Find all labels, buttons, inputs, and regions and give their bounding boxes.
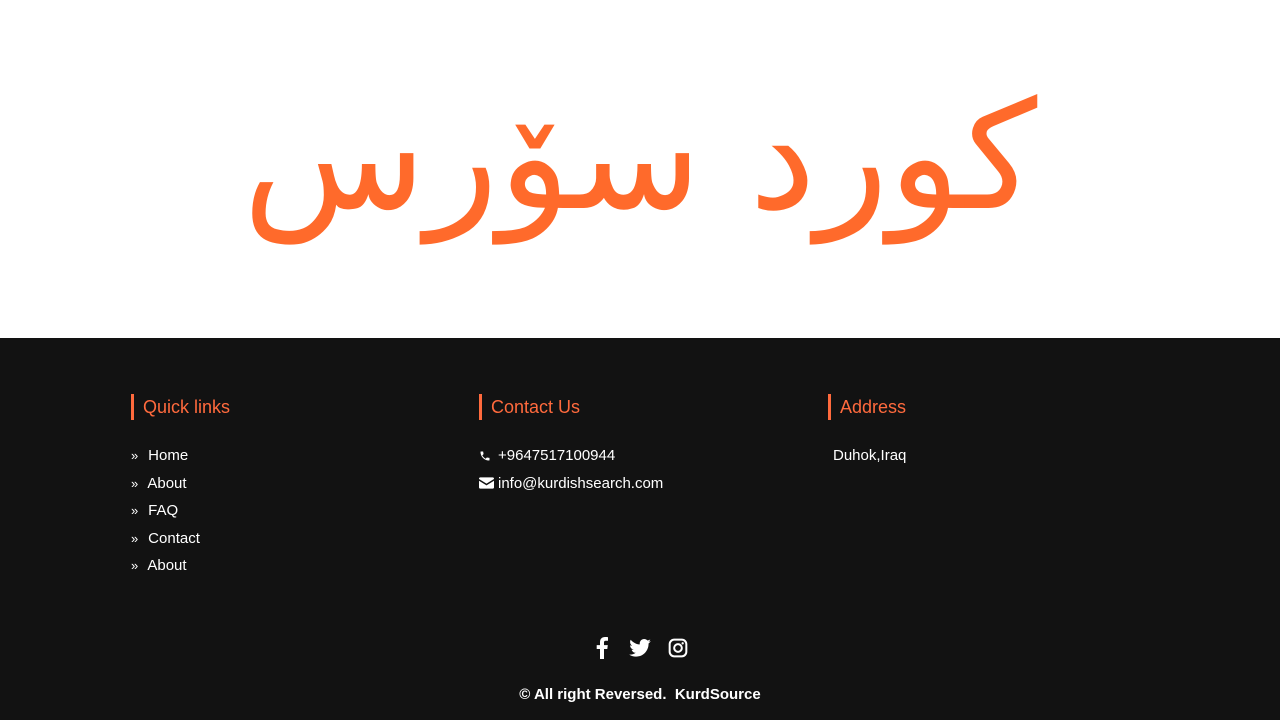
quick-links-column: Quick links » Home » About » FAQ » Conta… — [131, 394, 230, 580]
quick-link-label[interactable]: FAQ — [148, 502, 178, 519]
instagram-icon[interactable] — [667, 636, 689, 660]
contact-email[interactable]: info@kurdishsearch.com — [479, 470, 663, 498]
address-text: Duhok,Iraq — [833, 447, 907, 464]
quick-link-home[interactable]: » Home — [131, 442, 230, 470]
envelope-icon — [479, 476, 496, 490]
quick-links-list: » Home » About » FAQ » Contact » About — [131, 442, 230, 580]
address-title: Address — [828, 394, 906, 420]
address-column: Address Duhok,Iraq — [828, 394, 906, 470]
double-chevron-right-icon: » — [131, 503, 138, 518]
phone-number[interactable]: +9647517100944 — [498, 442, 615, 470]
quick-link-faq[interactable]: » FAQ — [131, 497, 230, 525]
copyright-text: © All right Reversed. KurdSource — [519, 686, 761, 703]
quick-link-label[interactable]: About — [147, 475, 186, 492]
facebook-icon[interactable] — [591, 636, 613, 660]
quick-link-contact[interactable]: » Contact — [131, 525, 230, 553]
site-footer: Quick links » Home » About » FAQ » Conta… — [0, 338, 1280, 720]
social-links — [0, 636, 1280, 660]
hero-section: كورد سۆرس — [0, 0, 1280, 338]
quick-link-label[interactable]: Contact — [148, 530, 200, 547]
double-chevron-right-icon: » — [131, 448, 138, 463]
phone-icon — [479, 449, 496, 463]
quick-links-title: Quick links — [131, 394, 230, 420]
contact-phone[interactable]: +9647517100944 — [479, 442, 663, 470]
quick-link-about-2[interactable]: » About — [131, 552, 230, 580]
double-chevron-right-icon: » — [131, 530, 138, 546]
email-address[interactable]: info@kurdishsearch.com — [498, 470, 663, 498]
twitter-icon[interactable] — [629, 636, 651, 660]
quick-link-label[interactable]: About — [147, 557, 186, 574]
site-logo[interactable]: كورد سۆرس — [0, 60, 1280, 255]
contact-title: Contact Us — [479, 394, 663, 420]
contact-list: +9647517100944 info@kurdishsearch.com — [479, 442, 663, 497]
contact-column: Contact Us +9647517100944 info@kurdishse… — [479, 394, 663, 497]
double-chevron-right-icon: » — [131, 475, 138, 491]
quick-link-about[interactable]: » About — [131, 470, 230, 498]
quick-link-label[interactable]: Home — [148, 447, 188, 464]
double-chevron-right-icon: » — [131, 558, 138, 573]
